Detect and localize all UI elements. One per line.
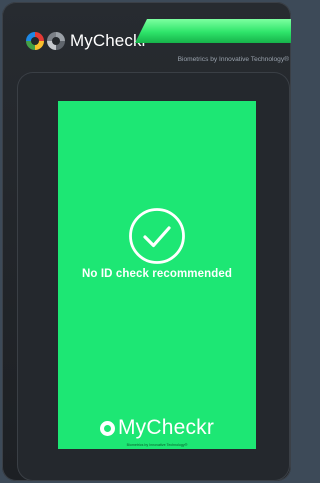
screen-brand-tagline: Biometrics by Innovative Technology® [126,443,188,447]
mycheckr-logo-color-icon [26,32,44,50]
screen-brand-name: MyCheckr [117,416,215,439]
brand-logo: MyCheckr [26,31,147,51]
result-message: No ID check recommended [82,268,232,280]
status-light-bar [135,19,291,43]
mycheckr-logo-icon [99,420,115,436]
screen-brand-logo: MyCheckr [58,416,256,440]
brand-tagline: Biometrics by Innovative Technology® [177,56,289,63]
device-frame: MyCheckr Biometrics by Innovative Techno… [2,2,291,481]
mycheckr-logo-mono-icon [47,32,65,50]
result-screen: No ID check recommended MyCheckr Biometr… [58,101,256,449]
checkmark-circle-icon [129,208,185,264]
brand-name: MyCheckr [70,31,148,50]
device-header: MyCheckr Biometrics by Innovative Techno… [2,2,291,68]
display-bezel: No ID check recommended MyCheckr Biometr… [17,72,290,481]
